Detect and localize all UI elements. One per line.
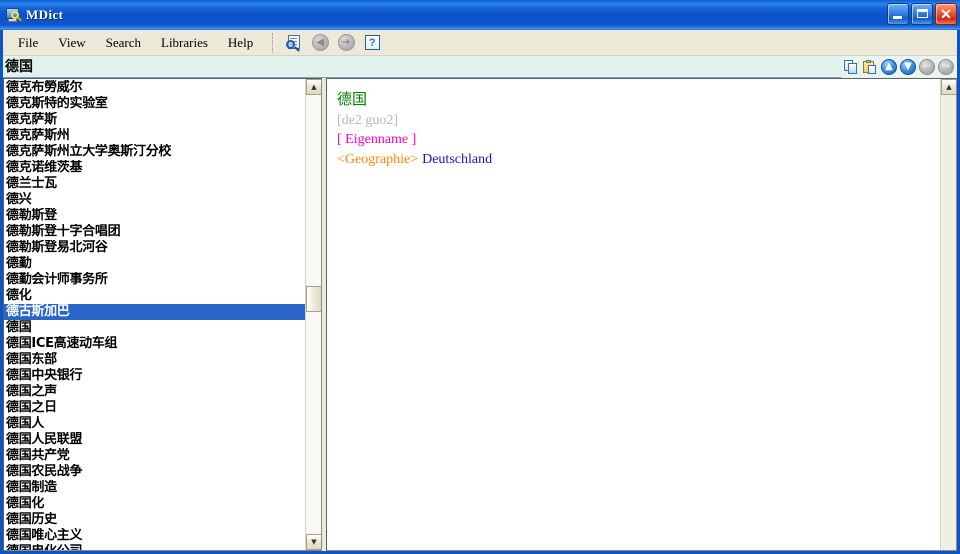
definition-pinyin: [de2 guo2]	[337, 113, 399, 128]
search-bar: 德国 ▲ ▼ ← →	[3, 56, 957, 78]
back-arrow-icon: ◀	[311, 34, 329, 51]
down-arrow-icon: ▼	[900, 59, 916, 75]
definition-category: [ Eigenname ]	[337, 132, 417, 147]
search-input[interactable]: 德国	[3, 56, 841, 78]
list-item[interactable]: 德国人	[4, 416, 305, 432]
up-arrow-icon: ▲	[881, 59, 897, 75]
list-item[interactable]: 德国	[4, 320, 305, 336]
definition-translation: Deutschland	[422, 152, 493, 167]
back-button[interactable]: ◀	[309, 32, 331, 54]
list-item[interactable]: 德勒斯登	[4, 208, 305, 224]
definition-pane: 德国 [de2 guo2] [ Eigenname ] <Geographie>…	[326, 78, 957, 551]
scrollbar-thumb[interactable]	[306, 285, 321, 313]
close-button[interactable]: ✕	[935, 3, 957, 25]
history-forward-button[interactable]: →	[937, 58, 955, 76]
list-item[interactable]: 德国之日	[4, 400, 305, 416]
back-arrow-glyph: ◀	[316, 36, 325, 48]
mdict-window: MDict ✕ File View Search Libraries Help	[0, 0, 960, 554]
list-item[interactable]: 德勤	[4, 256, 305, 272]
definition-headword: 德国	[337, 90, 368, 108]
list-item[interactable]: 德国农民战争	[4, 464, 305, 480]
window-title: MDict	[26, 7, 64, 22]
search-document-button[interactable]	[283, 32, 305, 54]
list-item[interactable]: 德兰士瓦	[4, 176, 305, 192]
menu-view[interactable]: View	[49, 32, 94, 54]
list-item[interactable]: 德国人民联盟	[4, 432, 305, 448]
menu-libraries[interactable]: Libraries	[152, 32, 217, 54]
search-document-icon	[285, 34, 303, 52]
list-item[interactable]: 德克斯特的实验室	[4, 96, 305, 112]
copy-button[interactable]	[842, 58, 860, 76]
scrollbar-up-button[interactable]: ▲	[306, 79, 321, 95]
maximize-icon	[917, 9, 928, 18]
list-item[interactable]: 德兴	[4, 192, 305, 208]
forward-arrow-icon: ➜	[337, 34, 355, 51]
list-item[interactable]: 德克萨斯州立大学奥斯汀分校	[4, 144, 305, 160]
close-icon: ✕	[940, 6, 952, 22]
list-item[interactable]: 德克萨斯	[4, 112, 305, 128]
search-input-value: 德国	[5, 58, 33, 75]
dictionary-magnifier-icon	[5, 7, 22, 23]
word-list-pane: 德克布勞威尔 德克斯特的实验室 德克萨斯 德克萨斯州 德克萨斯州立大学奥斯汀分校 德克诺维…	[3, 78, 322, 551]
definition-scrollbar-up-button[interactable]: ▲	[941, 79, 956, 95]
menu-help[interactable]: Help	[219, 32, 262, 54]
list-item[interactable]: 德国电化公司	[4, 544, 305, 550]
title-bar: MDict ✕	[0, 0, 960, 30]
list-item[interactable]: 德克诺维茨基	[4, 160, 305, 176]
menu-search[interactable]: Search	[97, 32, 150, 54]
copy-icon	[844, 60, 858, 74]
paste-button[interactable]	[861, 58, 879, 76]
list-item[interactable]: 德国之声	[4, 384, 305, 400]
list-item[interactable]: 德国历史	[4, 512, 305, 528]
scroll-down-button[interactable]: ▼	[899, 58, 917, 76]
paste-icon	[863, 60, 877, 74]
list-item[interactable]: 德国制造	[4, 480, 305, 496]
scrollbar-down-button[interactable]: ▼	[306, 534, 321, 550]
left-arrow-icon: ←	[919, 59, 935, 75]
word-list-scrollbar[interactable]: ▲ ▼	[305, 79, 321, 550]
toolbar-separator	[272, 32, 276, 53]
list-item[interactable]: 德国唯心主义	[4, 528, 305, 544]
help-button[interactable]: ?	[361, 32, 383, 54]
maximize-button[interactable]	[911, 3, 933, 25]
menu-file[interactable]: File	[9, 32, 47, 54]
definition-content: 德国 [de2 guo2] [ Eigenname ] <Geographie>…	[327, 79, 940, 550]
list-item[interactable]: 德勤会计师事务所	[4, 272, 305, 288]
list-item[interactable]: 德勒斯登易北河谷	[4, 240, 305, 256]
scrollbar-track[interactable]	[306, 95, 321, 534]
definition-field-tag: <Geographie>	[337, 152, 419, 167]
list-item[interactable]: 德勒斯登十字合唱团	[4, 224, 305, 240]
definition-entry-line: <Geographie> Deutschland	[337, 149, 940, 169]
list-item[interactable]: 德国中央银行	[4, 368, 305, 384]
list-item[interactable]: 德化	[4, 288, 305, 304]
list-item[interactable]: 德克萨斯州	[4, 128, 305, 144]
word-list[interactable]: 德克布勞威尔 德克斯特的实验室 德克萨斯 德克萨斯州 德克萨斯州立大学奥斯汀分校 德克诺维…	[4, 79, 305, 550]
definition-scrollbar[interactable]: ▲	[940, 79, 956, 550]
list-item[interactable]: 德国ICE高速动车组	[4, 336, 305, 352]
forward-arrow-glyph: ➜	[342, 36, 351, 48]
scroll-up-button[interactable]: ▲	[880, 58, 898, 76]
list-item[interactable]: 德国东部	[4, 352, 305, 368]
main-area: 德克布勞威尔 德克斯特的实验室 德克萨斯 德克萨斯州 德克萨斯州立大学奥斯汀分校 德克诺维…	[3, 78, 957, 551]
minimize-button[interactable]	[887, 3, 909, 25]
forward-button[interactable]: ➜	[335, 32, 357, 54]
search-toolbar: ▲ ▼ ← →	[841, 56, 957, 78]
list-item[interactable]: 德古斯加巴	[4, 304, 305, 320]
list-item[interactable]: 德克布勞威尔	[4, 80, 305, 96]
minimize-icon	[893, 16, 902, 19]
list-item[interactable]: 德国化	[4, 496, 305, 512]
question-mark-icon: ?	[364, 35, 380, 50]
history-back-button[interactable]: ←	[918, 58, 936, 76]
menu-bar: File View Search Libraries Help ◀ ➜ ?	[3, 30, 957, 56]
window-controls: ✕	[887, 3, 957, 25]
list-item[interactable]: 德国共产党	[4, 448, 305, 464]
right-arrow-icon: →	[938, 59, 954, 75]
